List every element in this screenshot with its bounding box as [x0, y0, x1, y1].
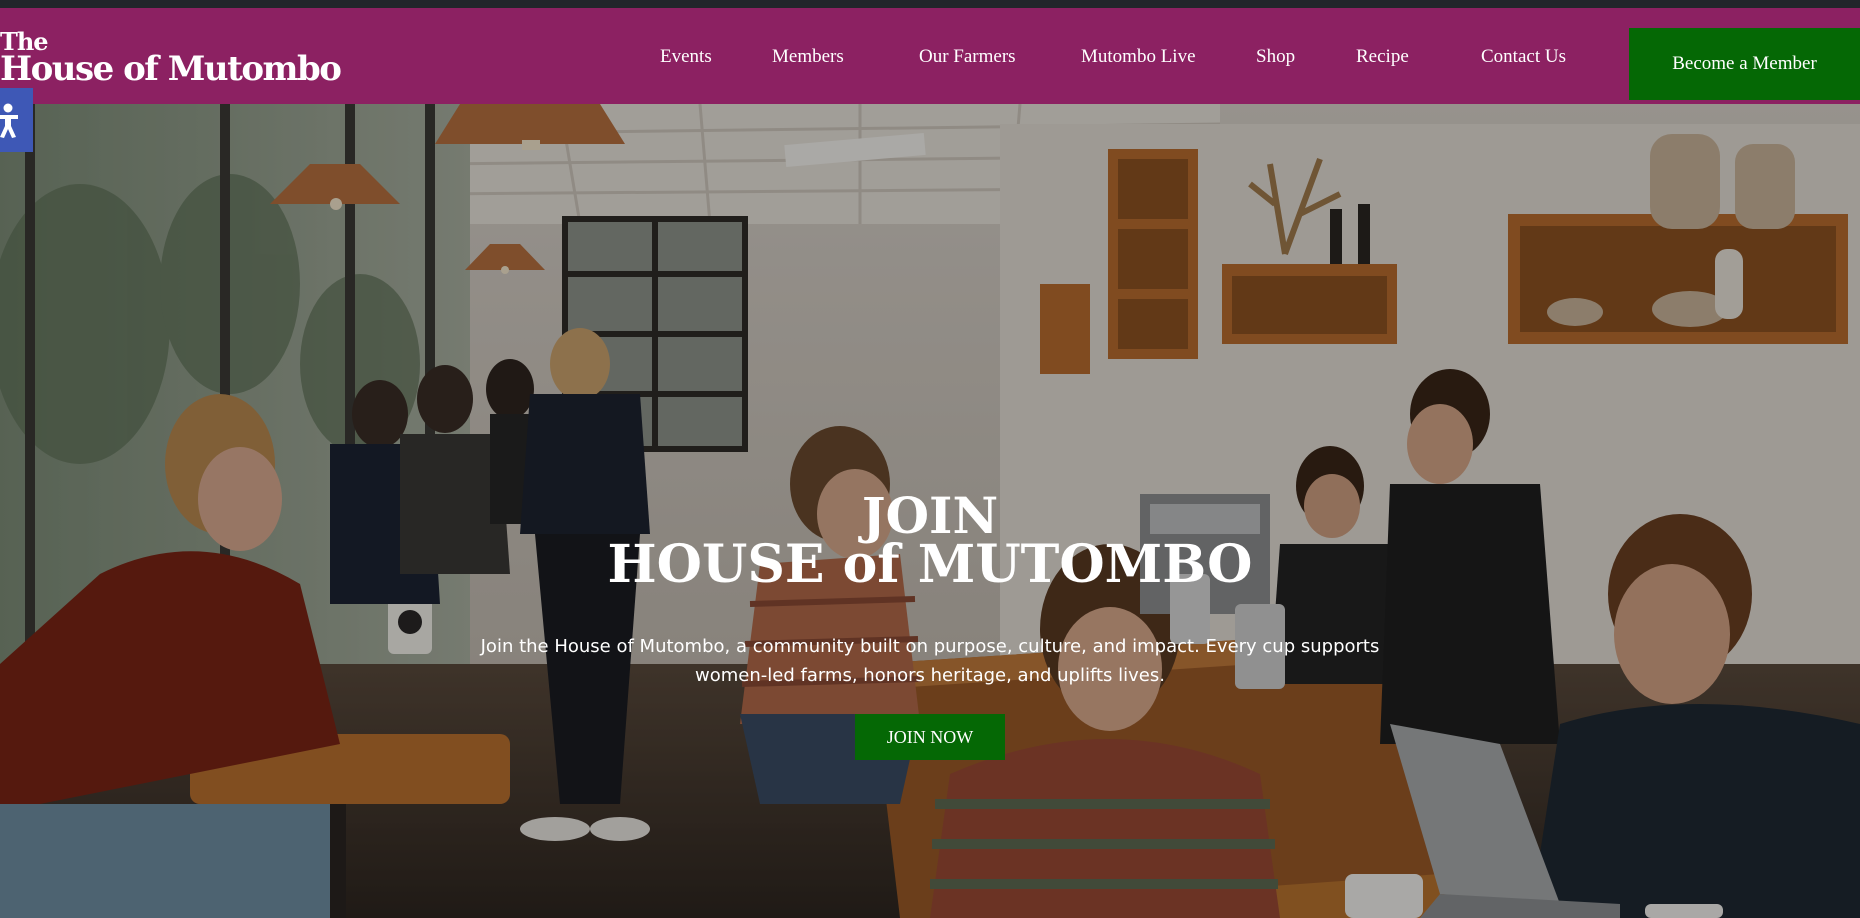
logo-line-2: House of Mutombo	[0, 49, 342, 89]
hero-description: Join the House of Mutombo, a community b…	[480, 636, 1380, 686]
accessibility-icon	[0, 103, 18, 138]
nav-our-farmers[interactable]: Our Farmers	[919, 46, 1016, 68]
nav-shop[interactable]: Shop	[1256, 46, 1295, 68]
join-now-button[interactable]: JOIN NOW	[855, 714, 1005, 760]
become-member-button[interactable]: Become a Member	[1629, 28, 1860, 100]
nav-recipe[interactable]: Recipe	[1356, 46, 1409, 68]
top-strip	[0, 0, 1860, 8]
nav-contact-us[interactable]: Contact Us	[1481, 46, 1566, 68]
accessibility-button[interactable]	[0, 88, 33, 152]
nav-mutombo-live[interactable]: Mutombo Live	[1081, 46, 1196, 68]
navbar: The House of Mutombo Events Members Our …	[0, 8, 1860, 104]
hero-section: JOIN HOUSE of MUTOMBO Join the House of …	[0, 104, 1860, 918]
nav-events[interactable]: Events	[660, 46, 712, 68]
hero-title-line-2: HOUSE of MUTOMBO	[607, 534, 1253, 595]
nav-members[interactable]: Members	[772, 46, 844, 68]
site-logo[interactable]: The House of Mutombo	[0, 30, 342, 89]
